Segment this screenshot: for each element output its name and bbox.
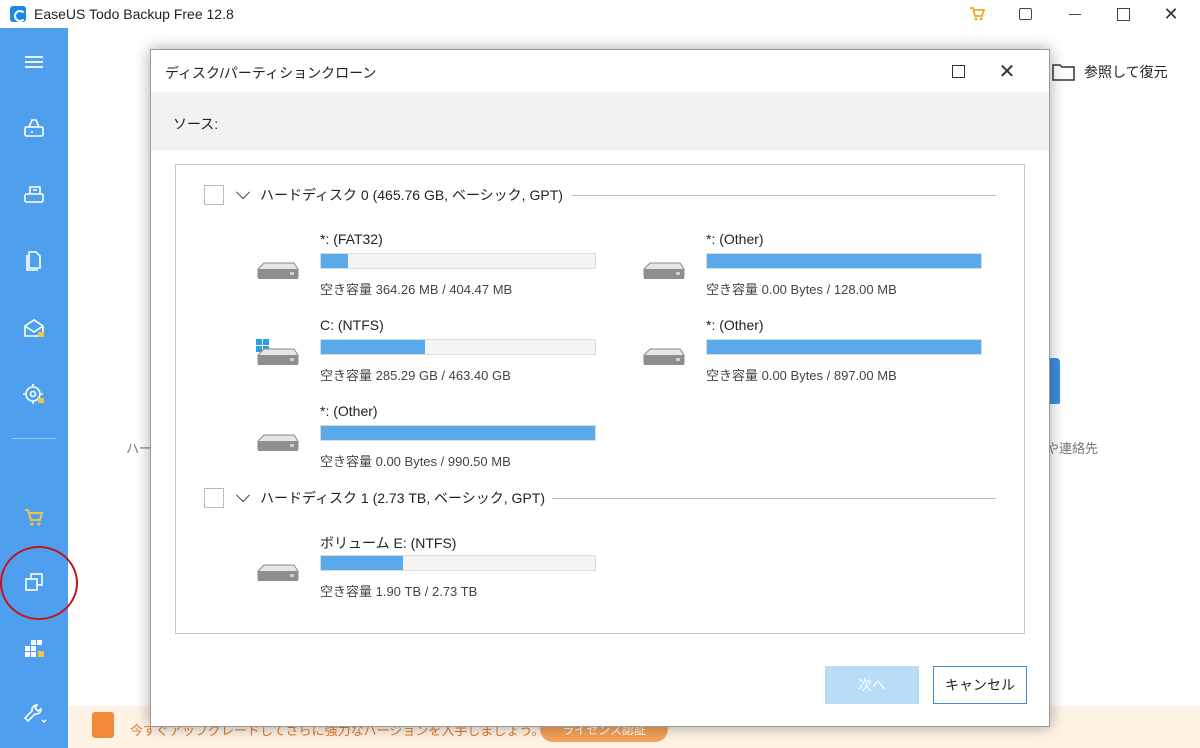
dialog-close-button[interactable]: ✕ bbox=[995, 59, 1019, 83]
chevron-down-icon[interactable] bbox=[235, 185, 251, 200]
chevron-down-icon[interactable] bbox=[235, 488, 251, 503]
dialog-title-bar: ディスク/パーティションクローン ✕ bbox=[151, 50, 1049, 92]
partition-free-space: 空き容量 0.00 Bytes / 990.50 MB bbox=[320, 454, 511, 469]
shopping-bag-icon bbox=[92, 712, 114, 738]
sidebar bbox=[0, 28, 68, 748]
partition-usage-bar bbox=[706, 339, 982, 355]
partition-name: *: (Other) bbox=[706, 231, 764, 247]
drive-icon bbox=[257, 434, 299, 451]
disk-backup-icon[interactable] bbox=[18, 112, 50, 144]
sidebar-divider bbox=[12, 438, 56, 439]
highlight-annotation-circle bbox=[0, 546, 78, 620]
disk-1-title: ハードディスク 1 (2.73 TB, ベーシック, GPT) bbox=[260, 490, 545, 506]
disk-0-checkbox[interactable] bbox=[204, 185, 224, 205]
drive-icon bbox=[257, 262, 299, 279]
partition-usage-fill bbox=[321, 556, 404, 570]
file-backup-icon[interactable] bbox=[18, 244, 50, 276]
partition-name: ボリューム E: (NTFS) bbox=[320, 535, 457, 551]
partition-name: *: (FAT32) bbox=[320, 231, 383, 247]
minimize-button[interactable] bbox=[1060, 2, 1090, 26]
partition-name: *: (Other) bbox=[320, 403, 378, 419]
partition-free-space: 空き容量 0.00 Bytes / 128.00 MB bbox=[706, 282, 897, 297]
partition-usage-fill bbox=[321, 340, 426, 354]
source-label: ソース: bbox=[173, 116, 219, 132]
app-title: EaseUS Todo Backup Free 12.8 bbox=[34, 6, 234, 22]
partition-usage-bar bbox=[320, 253, 596, 269]
dialog-title: ディスク/パーティションクローン bbox=[165, 65, 377, 81]
disk-1-checkbox[interactable] bbox=[204, 488, 224, 508]
system-backup-icon[interactable] bbox=[18, 178, 50, 210]
background-label-fragment: や連絡先 bbox=[1046, 441, 1099, 456]
partition-free-space: 空き容量 285.29 GB / 463.40 GB bbox=[320, 368, 511, 383]
cart-icon[interactable] bbox=[962, 2, 992, 26]
browse-restore-button[interactable]: 参照して復元 bbox=[1052, 62, 1168, 82]
partition-free-space: 空き容量 1.90 TB / 2.73 TB bbox=[320, 584, 478, 599]
partition-usage-bar bbox=[320, 555, 596, 571]
background-label-fragment: ハー bbox=[126, 441, 153, 456]
partition-usage-fill bbox=[707, 254, 981, 268]
partition-free-space: 空き容量 0.00 Bytes / 897.00 MB bbox=[706, 368, 897, 383]
disk-divider bbox=[572, 195, 996, 196]
drive-icon bbox=[257, 564, 299, 581]
mail-backup-icon[interactable] bbox=[18, 312, 50, 344]
disk-header: ハードディスク 1 (2.73 TB, ベーシック, GPT) bbox=[204, 486, 545, 510]
partition-usage-fill bbox=[321, 426, 595, 440]
folder-icon bbox=[1052, 64, 1075, 81]
disk-header: ハードディスク 0 (465.76 GB, ベーシック, GPT) bbox=[204, 183, 563, 207]
smart-backup-icon[interactable] bbox=[18, 378, 50, 410]
source-header: ソース: bbox=[151, 92, 1049, 150]
partition-item[interactable]: C: (NTFS) 空き容量 285.29 GB / 463.40 GB bbox=[256, 317, 596, 387]
windows-drive-icon bbox=[256, 339, 299, 365]
tools-grid-icon[interactable] bbox=[18, 632, 50, 664]
partition-item[interactable]: *: (FAT32) 空き容量 364.26 MB / 404.47 MB bbox=[256, 231, 596, 301]
menu-icon[interactable] bbox=[18, 46, 50, 78]
title-bar: EaseUS Todo Backup Free 12.8 ✕ bbox=[0, 0, 1200, 28]
disk-divider bbox=[552, 498, 996, 499]
partition-usage-fill bbox=[321, 254, 349, 268]
partition-usage-bar bbox=[320, 339, 596, 355]
maximize-button[interactable] bbox=[1108, 2, 1138, 26]
app-window: EaseUS Todo Backup Free 12.8 ✕ 参照して復元 ハー… bbox=[0, 0, 1200, 748]
disk-0-title: ハードディスク 0 (465.76 GB, ベーシック, GPT) bbox=[260, 187, 563, 203]
partition-name: C: (NTFS) bbox=[320, 317, 384, 333]
partition-usage-bar bbox=[320, 425, 596, 441]
drive-icon bbox=[643, 262, 685, 279]
partition-item[interactable]: *: (Other) 空き容量 0.00 Bytes / 990.50 MB bbox=[256, 403, 596, 473]
partition-item[interactable]: *: (Other) 空き容量 0.00 Bytes / 128.00 MB bbox=[642, 231, 982, 301]
partition-usage-bar bbox=[706, 253, 982, 269]
partition-item[interactable]: ボリューム E: (NTFS) 空き容量 1.90 TB / 2.73 TB bbox=[256, 533, 596, 603]
cart-icon[interactable] bbox=[18, 500, 50, 532]
drive-icon bbox=[643, 348, 685, 365]
partition-item[interactable]: *: (Other) 空き容量 0.00 Bytes / 897.00 MB bbox=[642, 317, 982, 387]
wrench-icon[interactable] bbox=[18, 698, 50, 730]
partition-name: *: (Other) bbox=[706, 317, 764, 333]
browse-restore-label: 参照して復元 bbox=[1084, 64, 1168, 80]
close-button[interactable]: ✕ bbox=[1156, 2, 1186, 26]
cancel-button[interactable]: キャンセル bbox=[933, 666, 1027, 704]
app-logo-icon bbox=[10, 6, 26, 22]
disk-list-panel: ハードディスク 0 (465.76 GB, ベーシック, GPT) *: (FA… bbox=[175, 164, 1025, 634]
partition-usage-fill bbox=[707, 340, 981, 354]
window-menu-button[interactable] bbox=[1010, 2, 1040, 26]
partition-free-space: 空き容量 364.26 MB / 404.47 MB bbox=[320, 282, 513, 297]
next-button[interactable]: 次へ bbox=[825, 666, 919, 704]
dialog-maximize-button[interactable] bbox=[949, 62, 967, 80]
clone-dialog: ディスク/パーティションクローン ✕ ソース: ハードディスク 0 (465.7… bbox=[150, 49, 1050, 727]
